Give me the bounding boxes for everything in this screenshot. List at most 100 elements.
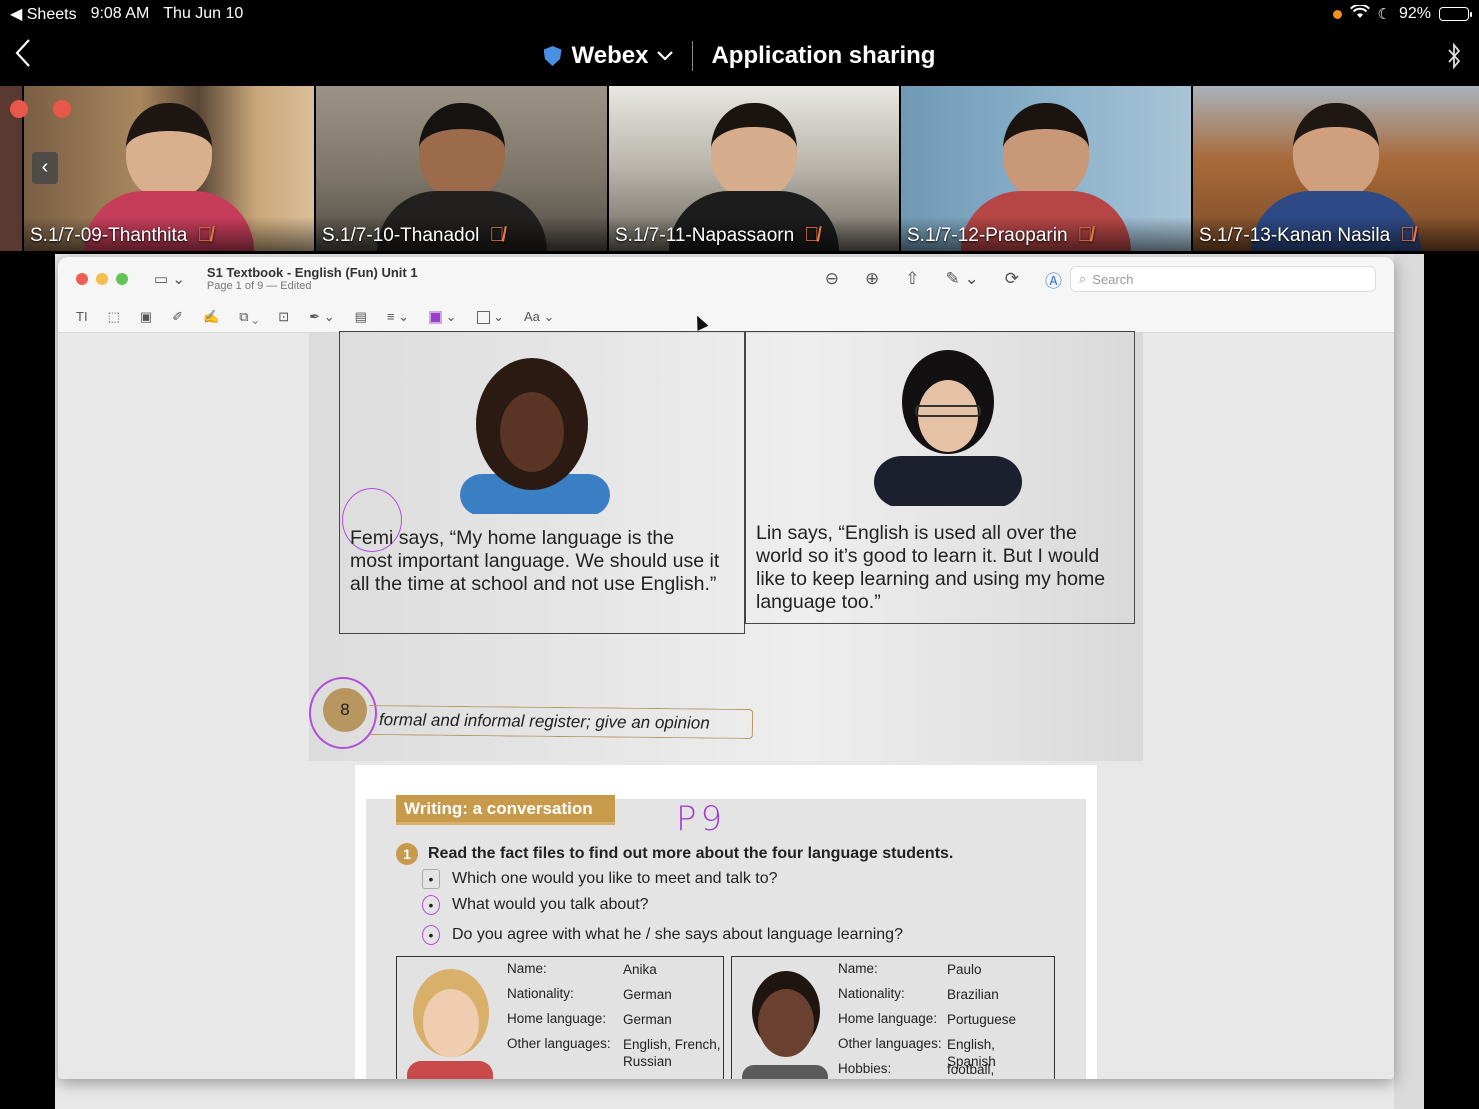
status-bar: ◀ Sheets 9:08 AM Thu Jun 10 ☾ 92%	[0, 0, 1479, 28]
mic-muted-icon: ﾉ̸	[1400, 224, 1416, 246]
sidebar-toggle-icon[interactable]: ▭ ⌄	[154, 270, 185, 288]
participant-name: S.1/7-11-Napassaorn ﾉ̸	[615, 224, 820, 246]
note-icon[interactable]: ▤	[355, 309, 367, 325]
lin-quote-box: Lin says, “English is used all over the …	[745, 331, 1135, 624]
search-field[interactable]: ⌕ Search	[1070, 266, 1376, 292]
draw-icon[interactable]: ✍	[203, 309, 219, 325]
question-number-badge: 1	[396, 843, 418, 865]
header-divider	[692, 41, 694, 71]
text-box-icon[interactable]: ⊡	[278, 309, 289, 325]
fact-row: Home language: Portuguese	[838, 1011, 1017, 1027]
share-icon[interactable]: ⇧	[905, 269, 919, 289]
fact-row: Name: Paulo	[838, 961, 982, 977]
mic-muted-icon: ﾉ̸	[489, 224, 505, 246]
rotate-icon[interactable]: ⟳	[1005, 269, 1019, 289]
femi-quote-box: Femi says, “My home language is the most…	[339, 331, 745, 634]
app-name: Webex	[571, 42, 649, 69]
femi-photo	[460, 358, 610, 514]
text-style-button[interactable]: Aa ⌄	[524, 309, 554, 325]
line-style-icon[interactable]: ≡ ⌄	[387, 309, 409, 325]
border-color-icon[interactable]: ⌄	[428, 309, 457, 325]
battery-icon	[1439, 7, 1472, 21]
shared-screen-gutter	[1394, 254, 1424, 1109]
instant-alpha-icon[interactable]: ▣	[140, 309, 152, 325]
participant-tile[interactable]: S.1/7-11-Napassaorn ﾉ̸	[609, 86, 899, 251]
chevron-down-icon	[657, 51, 674, 61]
fact-rows: Name: Paulo Nationality: Brazilian Home la…	[838, 961, 1047, 1079]
markup-toolbar-icon[interactable]: Ⓐ	[1045, 267, 1062, 292]
page-2-content: Writing: a conversation P9 1 Read the fa…	[366, 795, 1086, 1079]
participant-name: S.1/7-10-Thanadol ﾉ̸	[322, 224, 505, 246]
back-chevron-icon[interactable]	[14, 38, 32, 76]
lin-quote: Lin says, “English is used all over the …	[756, 522, 1106, 613]
document-title: S1 Textbook - English (Fun) Unit 1	[206, 264, 418, 280]
back-to-app-link[interactable]: ◀ Sheets	[10, 4, 77, 24]
mic-muted-icon: ﾉ̸	[197, 224, 213, 246]
fact-row: Hobbies: football,	[838, 1061, 995, 1077]
strip-scroll-left-button[interactable]: ‹	[32, 152, 58, 184]
handwritten-page-note: P9	[676, 799, 727, 839]
bullet-item: • Do you agree with what he / she says a…	[422, 925, 903, 945]
fact-row: Nationality: Brazilian	[838, 986, 999, 1002]
section-title: Application sharing	[711, 42, 936, 69]
markup-pen-icon[interactable]: ✎ ⌄	[946, 269, 979, 289]
bullet-icon: •	[422, 925, 440, 945]
do-not-disturb-moon-icon: ☾	[1377, 6, 1391, 23]
markup-toolbar: TI ⬚ ▣ ✐ ✍ ⧉ ⌄ ⊡ ✒ ⌄ ▤ ≡ ⌄ ⌄ ⌄ Aa ⌄	[58, 301, 1394, 333]
participant-tile[interactable]: S.1/7-13-Kanan Nasila ﾉ̸	[1193, 86, 1479, 251]
fact-row: Other languages: English, French, Russian	[507, 1036, 721, 1069]
webex-menu-button[interactable]: Webex	[572, 42, 675, 70]
mic-in-use-indicator-icon	[1332, 9, 1342, 19]
zoom-out-icon[interactable]: ⊖	[825, 269, 839, 289]
status-time: 9:08 AM	[90, 5, 150, 22]
question-text: Read the fact files to find out more abo…	[428, 845, 954, 862]
search-placeholder: Search	[1092, 271, 1134, 287]
student-photo	[407, 969, 493, 1079]
participant-name: S.1/7-09-Thanthita ﾉ̸	[30, 224, 213, 246]
document-title-block: S1 Textbook - English (Fun) Unit 1 Page …	[206, 264, 418, 293]
lesson-objective-banner: formal and informal register; give an op…	[368, 704, 754, 740]
rect-selection-icon[interactable]: ⬚	[108, 309, 120, 325]
fact-file-card: Name: Paulo Nationality: Brazilian Home la…	[731, 956, 1055, 1079]
participant-tile[interactable]: S.1/7-12-Praoparin ﾉ̸	[901, 86, 1191, 251]
fact-row: Other languages: English, Spanish	[838, 1036, 996, 1069]
document-area[interactable]: Femi says, “My home language is the most…	[58, 331, 1394, 1079]
fact-row: Home language: German	[507, 1011, 672, 1027]
lesson-number-badge: 8	[323, 688, 367, 732]
fact-file-card: Name: Anika Nationality: German Home langu…	[396, 956, 724, 1079]
fact-row: Nationality: German	[507, 986, 672, 1002]
text-selection-icon[interactable]: TI	[76, 309, 88, 324]
zoom-window-button[interactable]	[116, 273, 128, 285]
minimize-window-button[interactable]	[96, 273, 108, 285]
bullet-item: • What would you talk about?	[422, 895, 649, 915]
toolbar-icons: ⊖ ⊕ ⇧ ✎ ⌄ ⟳ Ⓐ	[825, 267, 1062, 292]
shapes-icon[interactable]: ⧉ ⌄	[239, 309, 258, 325]
bluetooth-icon[interactable]	[1447, 42, 1461, 77]
preview-window: ▭ ⌄ S1 Textbook - English (Fun) Unit 1 P…	[58, 257, 1394, 1079]
recording-indicator-icon	[53, 100, 71, 118]
bullet-item: • Which one would you like to meet and t…	[422, 869, 778, 889]
status-indicators: ☾ 92%	[1332, 3, 1472, 24]
textbook-page-scan: Femi says, “My home language is the most…	[309, 331, 1143, 761]
webex-header: Webex Application sharing	[0, 28, 1479, 84]
wifi-icon	[1349, 3, 1370, 24]
textbook-page-2: Writing: a conversation P9 1 Read the fa…	[355, 765, 1097, 1079]
title-group: Webex Application sharing	[543, 41, 936, 71]
bullet-icon: •	[422, 895, 440, 915]
close-window-button[interactable]	[76, 273, 88, 285]
window-titlebar: ▭ ⌄ S1 Textbook - English (Fun) Unit 1 P…	[58, 257, 1394, 301]
status-date: Thu Jun 10	[163, 5, 244, 22]
participant-name: S.1/7-12-Praoparin ﾉ̸	[907, 224, 1093, 246]
sketch-icon[interactable]: ✐	[172, 309, 183, 325]
document-subtitle: Page 1 of 9 — Edited	[206, 280, 312, 293]
participant-tile[interactable]: S.1/7-10-Thanadol ﾉ̸	[316, 86, 607, 251]
zoom-in-icon[interactable]: ⊕	[865, 269, 879, 289]
search-icon: ⌕	[1079, 271, 1087, 286]
participant-name: S.1/7-13-Kanan Nasila ﾉ̸	[1199, 224, 1416, 246]
fill-color-icon[interactable]: ⌄	[476, 309, 504, 325]
participant-strip: S.1/7-09-Thanthita ﾉ̸ S.1/7-10-Thanadol ﾉ̸…	[0, 86, 1479, 251]
lin-photo	[874, 350, 1022, 506]
mic-muted-icon: ﾉ̸	[1077, 224, 1093, 246]
sign-icon[interactable]: ✒ ⌄	[309, 309, 334, 325]
mic-muted-icon: ﾉ̸	[804, 224, 820, 246]
